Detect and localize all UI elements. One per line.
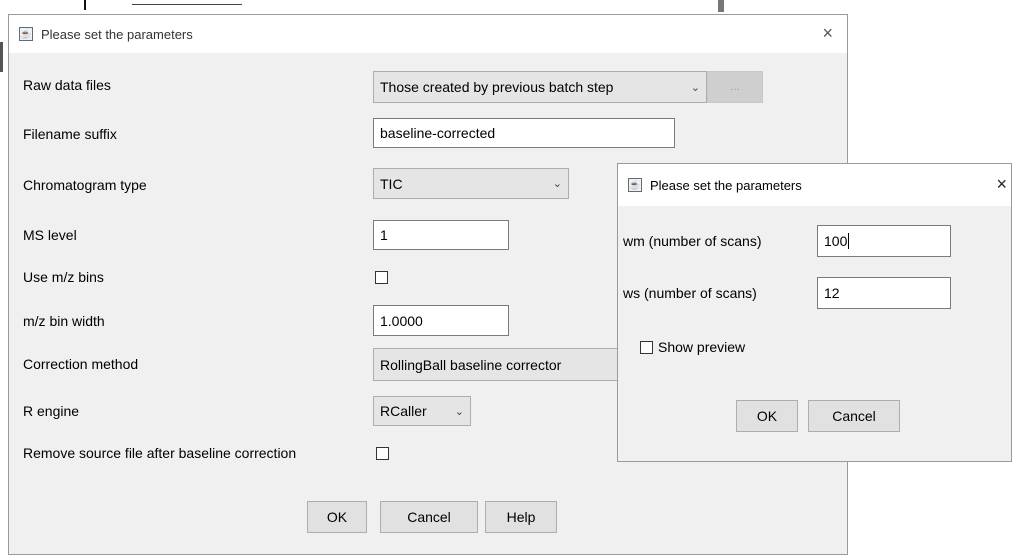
sub-dialog-title: Please set the parameters — [650, 177, 802, 193]
sub-dialog-titlebar[interactable]: ☕ Please set the parameters × — [618, 164, 1011, 206]
r-engine-value: RCaller — [380, 403, 427, 419]
background-fragment — [718, 0, 724, 12]
close-icon[interactable]: × — [822, 24, 833, 42]
raw-data-files-value: Those created by previous batch step — [380, 79, 614, 95]
main-dialog-title: Please set the parameters — [41, 26, 193, 42]
wm-value: 100 — [824, 233, 848, 249]
mz-bin-width-label: m/z bin width — [23, 313, 105, 329]
remove-source-label: Remove source file after baseline correc… — [23, 445, 297, 461]
ws-label: ws (number of scans) — [623, 285, 757, 301]
background-fragment — [132, 4, 242, 5]
raw-data-files-label: Raw data files — [23, 77, 111, 93]
show-preview-label: Show preview — [658, 339, 746, 355]
text-caret — [848, 233, 850, 249]
cancel-button[interactable]: Cancel — [380, 501, 478, 533]
java-icon: ☕ — [19, 27, 33, 41]
use-mz-bins-label: Use m/z bins — [23, 269, 104, 285]
chevron-down-icon: ⌄ — [454, 405, 464, 418]
help-button[interactable]: Help — [485, 501, 557, 533]
chevron-down-icon: ⌄ — [552, 178, 562, 190]
correction-method-select[interactable]: RollingBall baseline corrector — [373, 348, 619, 381]
ms-level-input[interactable]: 1 — [373, 220, 509, 250]
wm-input[interactable]: 100 — [817, 225, 951, 257]
ok-button[interactable]: OK — [307, 501, 367, 533]
chevron-down-icon: ⌄ — [690, 81, 700, 94]
r-engine-label: R engine — [23, 403, 80, 419]
rollingball-parameters-dialog: ☕ Please set the parameters × wm (number… — [617, 163, 1012, 462]
ms-level-value: 1 — [380, 227, 388, 243]
show-preview-checkbox[interactable] — [640, 341, 653, 354]
background-fragment — [0, 42, 3, 72]
mz-bin-width-value: 1.0000 — [380, 312, 423, 329]
chromatogram-type-select[interactable]: TIC ⌄ — [373, 168, 569, 199]
ms-level-label: MS level — [23, 227, 77, 243]
java-icon: ☕ — [628, 178, 642, 192]
background-fragment — [84, 0, 86, 10]
raw-data-files-select[interactable]: Those created by previous batch step ⌄ — [373, 71, 707, 103]
chromatogram-type-label: Chromatogram type — [23, 177, 147, 193]
chromatogram-type-value: TIC — [380, 175, 403, 192]
ws-value: 12 — [824, 285, 840, 301]
r-engine-select[interactable]: RCaller ⌄ — [373, 396, 471, 426]
filename-suffix-input[interactable]: baseline-corrected — [373, 118, 675, 148]
correction-method-value: RollingBall baseline corrector — [380, 356, 562, 373]
main-dialog-titlebar[interactable]: ☕ Please set the parameters × — [9, 15, 847, 53]
ok-button[interactable]: OK — [736, 400, 798, 432]
mz-bin-width-input[interactable]: 1.0000 — [373, 305, 509, 336]
close-icon[interactable]: × — [996, 175, 1007, 193]
cancel-button[interactable]: Cancel — [808, 400, 900, 432]
ws-input[interactable]: 12 — [817, 277, 951, 309]
wm-label: wm (number of scans) — [623, 233, 762, 249]
use-mz-bins-checkbox[interactable] — [375, 271, 388, 284]
raw-data-files-browse-button[interactable]: ... — [707, 71, 763, 103]
filename-suffix-value: baseline-corrected — [380, 125, 496, 141]
correction-method-label: Correction method — [23, 356, 139, 372]
remove-source-checkbox[interactable] — [376, 447, 389, 460]
filename-suffix-label: Filename suffix — [23, 126, 117, 142]
